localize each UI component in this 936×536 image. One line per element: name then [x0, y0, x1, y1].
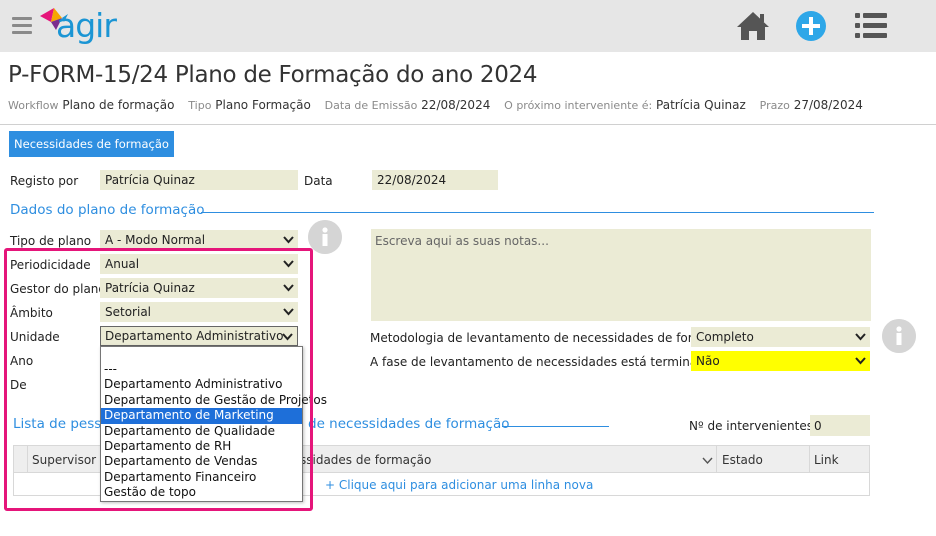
workflow-value: Plano de formação	[62, 98, 175, 112]
dropdown-option[interactable]: Departamento de RH	[101, 439, 302, 454]
gestor-plano-select[interactable]: Patrícia Quinaz	[100, 278, 298, 298]
chevron-down-icon	[283, 236, 294, 244]
proximo-interveniente-label: O próximo interveniente é:	[504, 99, 653, 112]
periodicidade-select[interactable]: Anual	[100, 254, 298, 274]
chevron-down-icon[interactable]	[702, 455, 713, 466]
unidade-dropdown-list[interactable]: --- Departamento Administrativo Departam…	[100, 346, 327, 502]
registo-por-label: Registo por	[10, 174, 79, 188]
col-necessidades[interactable]: ssidades de formação	[300, 453, 431, 467]
tab-necessidades-formacao[interactable]: Necessidades de formação	[9, 131, 174, 157]
tipo-plano-value: A - Modo Normal	[105, 233, 206, 247]
plus-circle-icon[interactable]	[795, 10, 827, 42]
section-lista-line	[502, 426, 609, 427]
prazo-label: Prazo	[759, 99, 790, 112]
periodicidade-label: Periodicidade	[10, 258, 91, 272]
proximo-interveniente-value: Patrícia Quinaz	[656, 98, 746, 112]
intervenientes-count-label: Nº de intervenientes	[689, 419, 813, 433]
registo-por-field: Patrícia Quinaz	[100, 170, 298, 190]
tipo-value: Plano Formação	[215, 98, 311, 112]
unidade-select[interactable]: Departamento Administrativo	[100, 326, 298, 346]
logo-text: agir	[56, 6, 117, 45]
workflow-label: Workflow	[8, 99, 59, 112]
dropdown-option[interactable]: Departamento Financeiro	[101, 470, 302, 485]
col-link[interactable]: Link	[814, 453, 839, 467]
section-lista-title-right: de necessidades de formação	[308, 416, 510, 432]
add-row-link[interactable]: + Clique aqui para adicionar uma linha n…	[325, 478, 593, 492]
dropdown-option[interactable]: Departamento de Gestão de Projetos	[101, 393, 327, 408]
dropdown-option[interactable]: Departamento de Vendas	[101, 454, 302, 469]
data-emissao-value: 22/08/2024	[421, 98, 491, 112]
gestor-plano-value: Patrícia Quinaz	[105, 281, 195, 295]
fase-label: A fase de levantamento de necessidades e…	[370, 355, 719, 369]
ambito-select[interactable]: Setorial	[100, 302, 298, 322]
col-supervisor[interactable]: Supervisor	[32, 453, 96, 467]
chevron-down-icon	[283, 260, 294, 268]
tipo-plano-label: Tipo de plano	[10, 234, 92, 248]
dropdown-option[interactable]: Gestão de topo	[101, 485, 302, 500]
metodologia-select[interactable]: Completo	[691, 327, 870, 347]
metodologia-value: Completo	[696, 330, 754, 344]
dropdown-option[interactable]: ---	[101, 362, 302, 377]
chevron-down-icon	[855, 333, 866, 341]
list-icon[interactable]	[855, 12, 887, 40]
data-emissao-label: Data de Emissão	[324, 99, 418, 112]
col-estado[interactable]: Estado	[722, 453, 763, 467]
unidade-value: Departamento Administrativo	[105, 329, 284, 343]
data-label: Data	[304, 174, 333, 188]
prazo-value: 27/08/2024	[793, 98, 863, 112]
page-title: P-FORM-15/24 Plano de Formação do ano 20…	[8, 62, 538, 88]
home-icon[interactable]	[735, 10, 771, 42]
ambito-label: Âmbito	[10, 306, 53, 320]
ambito-value: Setorial	[105, 305, 152, 319]
section-dados-plano-title: Dados do plano de formação	[10, 202, 205, 218]
dropdown-option[interactable]: Departamento Administrativo	[101, 377, 302, 392]
tipo-plano-select[interactable]: A - Modo Normal	[100, 230, 298, 250]
ano-label: Ano	[10, 354, 34, 368]
chevron-down-icon	[283, 308, 294, 316]
section-dados-plano-line	[201, 212, 874, 213]
header-divider	[0, 124, 936, 125]
info-icon[interactable]	[308, 220, 342, 254]
tipo-label: Tipo	[188, 99, 212, 112]
dropdown-option-highlighted[interactable]: Departamento de Marketing	[101, 408, 302, 424]
dropdown-option[interactable]: Departamento de Qualidade	[101, 424, 302, 439]
top-bar: agir	[0, 0, 936, 52]
document-meta: Workflow Plano de formação Tipo Plano Fo…	[8, 98, 873, 112]
metodologia-label: Metodologia de levantamento de necessida…	[370, 331, 733, 345]
de-label: De	[10, 378, 27, 392]
periodicidade-value: Anual	[105, 257, 140, 271]
intervenientes-count-field: 0	[810, 415, 870, 436]
gestor-plano-label: Gestor do plano	[10, 282, 106, 296]
unidade-label: Unidade	[10, 330, 60, 344]
notes-textarea[interactable]: Escreva aqui as suas notas...	[371, 229, 871, 321]
fase-select[interactable]: Não	[691, 351, 870, 371]
info-icon[interactable]	[882, 319, 916, 353]
chevron-down-icon	[282, 333, 293, 341]
menu-icon[interactable]	[12, 17, 32, 35]
chevron-down-icon	[855, 357, 866, 365]
data-field: 22/08/2024	[372, 170, 498, 190]
section-lista-title-left: Lista de pess	[13, 416, 102, 432]
chevron-down-icon	[283, 284, 294, 292]
fase-value: Não	[696, 354, 720, 368]
